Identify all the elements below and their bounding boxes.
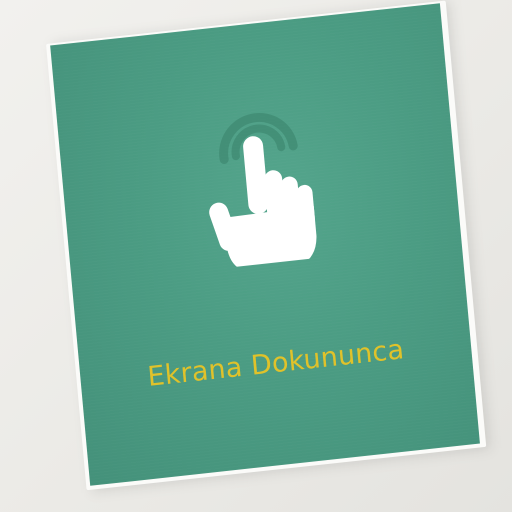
touch-hand-icon [209,112,317,272]
card-face: Ekrana Dokununca [50,3,480,486]
photo-scene: Ekrana Dokununca [0,0,512,512]
paper-card: Ekrana Dokununca [46,0,487,491]
card-caption: Ekrana Dokununca [146,334,406,393]
